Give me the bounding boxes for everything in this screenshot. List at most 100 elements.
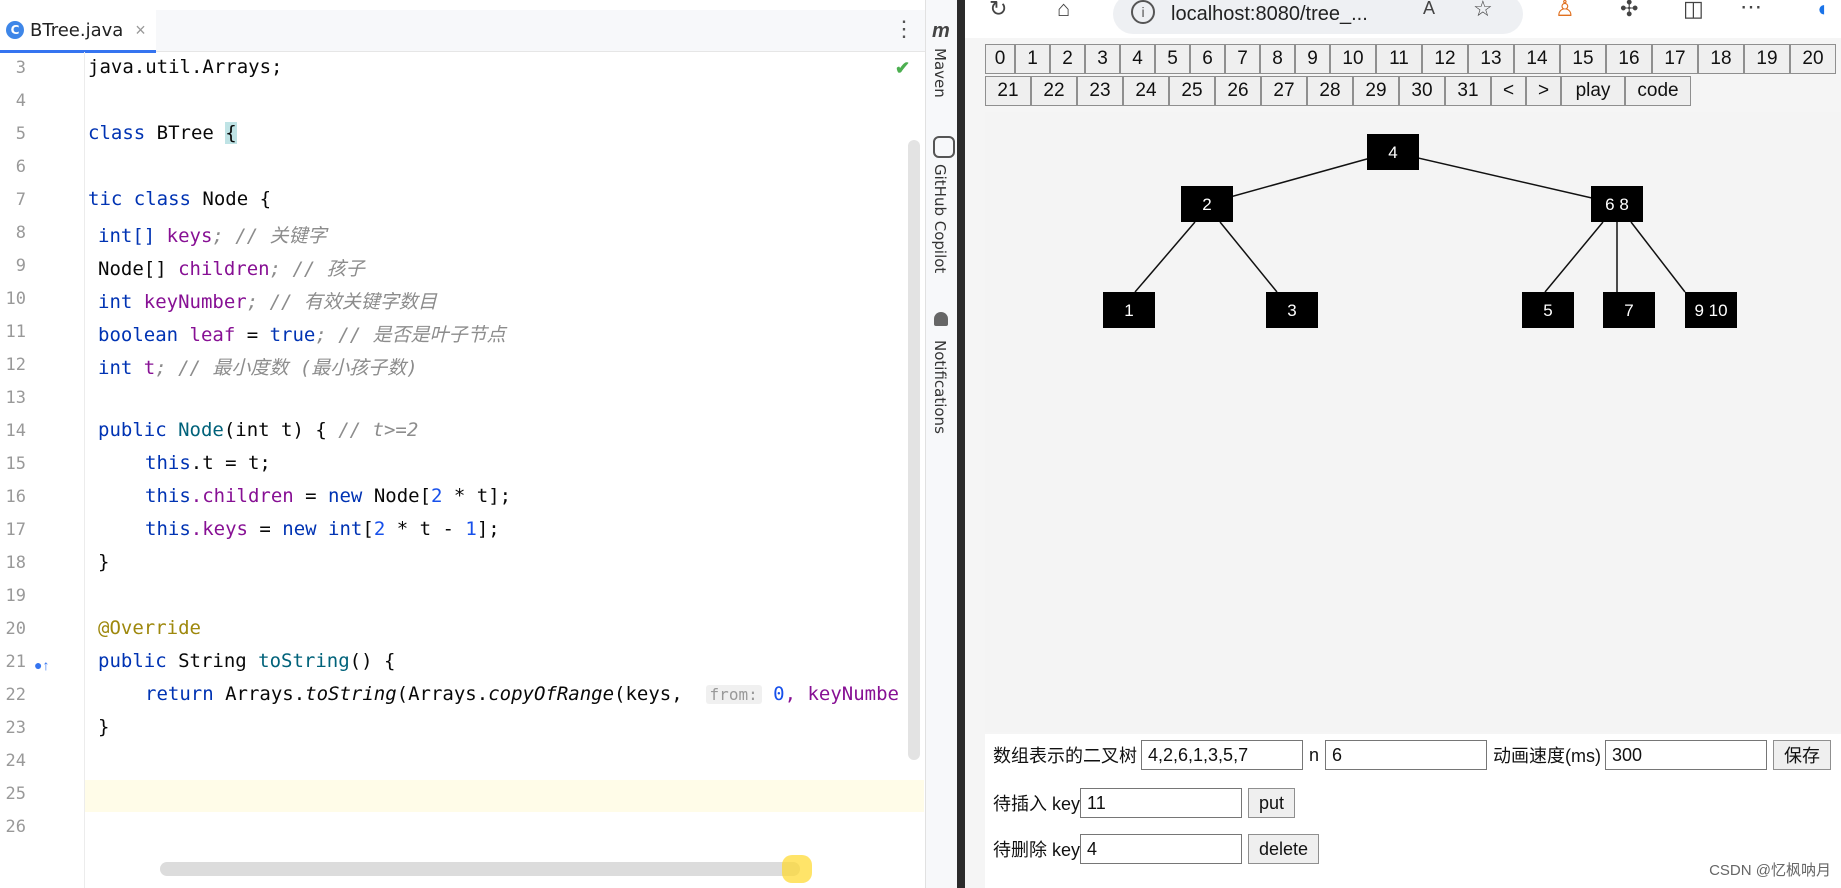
step-button[interactable]: 3: [1085, 44, 1120, 74]
btree-diagram: 4 2 6 8 1 3 5 7 9 10: [1103, 134, 1737, 328]
tree-node-label: 7: [1624, 301, 1633, 320]
speed-input[interactable]: 300: [1605, 740, 1767, 770]
field: keyNumber: [143, 291, 247, 313]
home-icon[interactable]: ⌂: [1057, 0, 1070, 22]
field: children: [178, 258, 270, 280]
line-number: 6: [15, 157, 26, 177]
extensions-icon[interactable]: ✣: [1620, 0, 1638, 22]
keyword: int: [98, 291, 144, 313]
step-button[interactable]: 26: [1215, 76, 1261, 106]
step-button[interactable]: 7: [1225, 44, 1260, 74]
step-button[interactable]: 14: [1514, 44, 1560, 74]
prev-button[interactable]: <: [1491, 76, 1526, 106]
next-button[interactable]: >: [1526, 76, 1561, 106]
copilot-icon[interactable]: [933, 136, 955, 158]
more-options-icon[interactable]: ⋮: [893, 16, 915, 42]
step-button[interactable]: 0: [985, 44, 1015, 74]
play-button[interactable]: play: [1561, 76, 1625, 106]
maven-icon[interactable]: m: [932, 20, 950, 43]
comment: ; // 有效关键字数目: [246, 291, 437, 313]
copilot-browser-icon[interactable]: ◖: [1815, 0, 1828, 22]
step-button[interactable]: 20: [1790, 44, 1836, 74]
n-input[interactable]: 6: [1325, 740, 1488, 770]
code-text: Node {: [190, 188, 272, 210]
profile-icon[interactable]: ♙: [1555, 0, 1575, 22]
put-button[interactable]: put: [1248, 788, 1296, 818]
step-button[interactable]: 27: [1261, 76, 1307, 106]
step-button[interactable]: 30: [1399, 76, 1445, 106]
url-bar[interactable]: i localhost:8080/tree_...: [1113, 0, 1523, 34]
check-icon: ✔: [895, 58, 911, 78]
maven-tool-label[interactable]: Maven: [931, 48, 949, 98]
favorite-add-icon[interactable]: ☆: [1473, 0, 1493, 22]
close-icon[interactable]: ×: [135, 20, 146, 41]
step-button[interactable]: 4: [1120, 44, 1155, 74]
step-button[interactable]: 1: [1015, 44, 1050, 74]
step-button[interactable]: 22: [1031, 76, 1077, 106]
line-number: 11: [5, 322, 26, 342]
step-button[interactable]: 29: [1353, 76, 1399, 106]
method-name: toString: [258, 650, 350, 672]
step-button[interactable]: 23: [1077, 76, 1123, 106]
delete-label: 待删除 key: [993, 840, 1081, 860]
delete-button[interactable]: delete: [1248, 834, 1320, 864]
line-number: 23: [5, 718, 26, 738]
step-button[interactable]: 12: [1422, 44, 1468, 74]
save-button[interactable]: 保存: [1773, 740, 1831, 770]
more-icon[interactable]: ⋯: [1740, 0, 1762, 20]
step-button[interactable]: 31: [1445, 76, 1491, 106]
split-screen-icon[interactable]: ◫: [1683, 0, 1704, 22]
step-button[interactable]: 18: [1698, 44, 1744, 74]
bell-icon[interactable]: [934, 312, 948, 326]
code-button[interactable]: code: [1625, 76, 1691, 106]
code-text: (keys,: [614, 683, 706, 705]
refresh-icon[interactable]: ↻: [989, 0, 1007, 22]
code-text: .t = t;: [190, 452, 271, 474]
line-number: 15: [5, 454, 26, 474]
step-button[interactable]: 10: [1330, 44, 1376, 74]
code-line-9: Node[] children; // 孩子: [98, 254, 365, 281]
insert-key-input[interactable]: 11: [1080, 788, 1243, 818]
tree-node-label: 2: [1202, 195, 1211, 214]
vertical-scrollbar[interactable]: [908, 140, 920, 760]
step-button[interactable]: 19: [1744, 44, 1790, 74]
array-label: 数组表示的二叉树: [993, 746, 1137, 766]
keyword: new: [328, 485, 363, 507]
tab-btree-java[interactable]: C BTree.java ×: [0, 10, 156, 53]
read-aloud-icon[interactable]: A: [1423, 0, 1435, 19]
step-button[interactable]: 28: [1307, 76, 1353, 106]
code-text: (int t) {: [223, 419, 339, 441]
override-marker-icon[interactable]: ●↑: [34, 657, 49, 673]
step-button[interactable]: 8: [1260, 44, 1295, 74]
step-button[interactable]: 11: [1376, 44, 1422, 74]
copilot-tool-label[interactable]: GitHub Copilot: [931, 164, 949, 273]
step-button[interactable]: 17: [1652, 44, 1698, 74]
step-button[interactable]: 21: [985, 76, 1031, 106]
operator: =: [235, 324, 270, 346]
mouse-cursor-highlight: [782, 855, 812, 883]
n-label: n: [1309, 744, 1320, 765]
step-button[interactable]: 6: [1190, 44, 1225, 74]
delete-key-input[interactable]: 4: [1080, 834, 1243, 864]
step-button[interactable]: 5: [1155, 44, 1190, 74]
code-editor[interactable]: java.util.Arrays; class BTree { tic clas…: [88, 52, 923, 888]
code-line-18: }: [98, 551, 109, 573]
info-icon[interactable]: i: [1131, 0, 1155, 24]
step-button[interactable]: 16: [1606, 44, 1652, 74]
notifications-tool-label[interactable]: Notifications: [931, 340, 949, 434]
tree-node-label: 3: [1287, 301, 1296, 320]
step-button[interactable]: 2: [1050, 44, 1085, 74]
step-button[interactable]: 9: [1295, 44, 1330, 74]
number: 0: [761, 683, 785, 705]
keyword: this: [145, 452, 191, 474]
url-text[interactable]: localhost:8080/tree_...: [1171, 3, 1368, 26]
array-input[interactable]: 4,2,6,1,3,5,7: [1141, 740, 1303, 770]
horizontal-scrollbar[interactable]: [160, 862, 800, 876]
step-button[interactable]: 15: [1560, 44, 1606, 74]
keyword: int[]: [98, 225, 167, 247]
step-button[interactable]: 25: [1169, 76, 1215, 106]
code-line-17: this.keys = new int[2 * t - 1];: [145, 518, 500, 540]
step-button[interactable]: 13: [1468, 44, 1514, 74]
tree-edge: [1544, 221, 1604, 293]
step-button[interactable]: 24: [1123, 76, 1169, 106]
